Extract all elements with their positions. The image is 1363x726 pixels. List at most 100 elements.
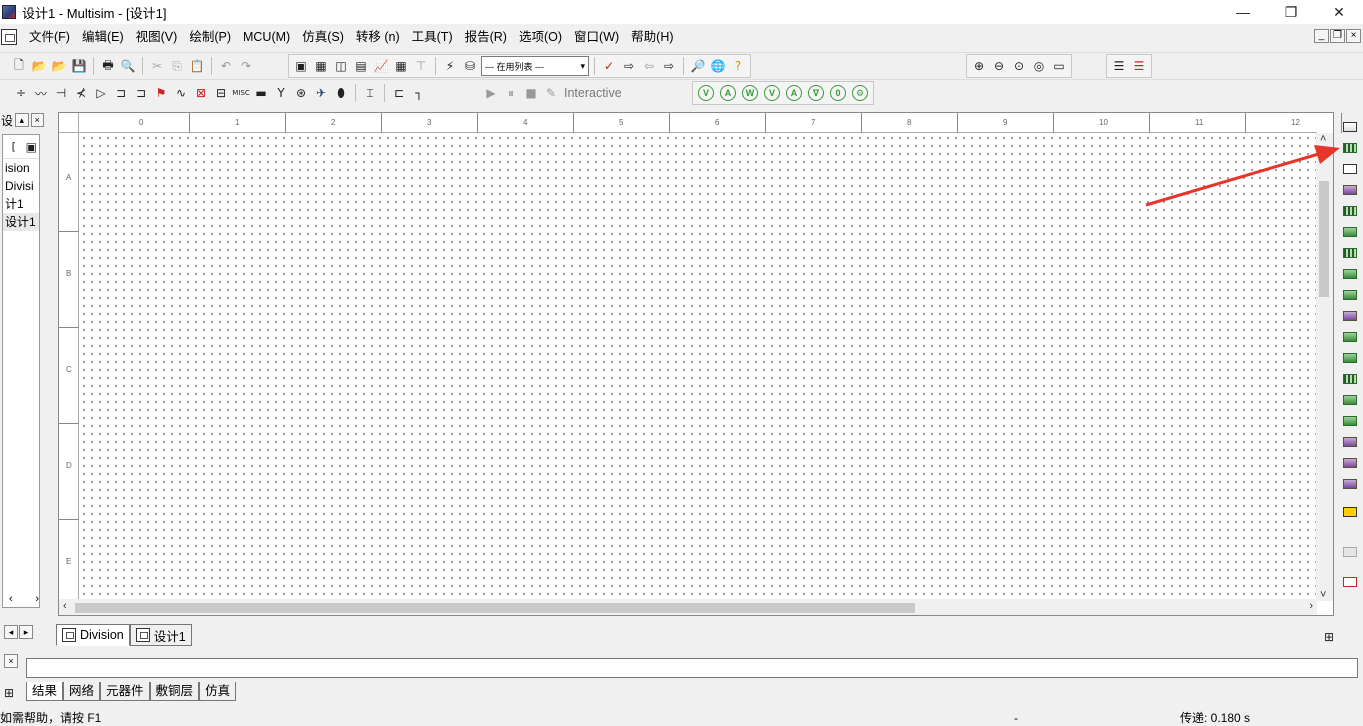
open-sample-icon[interactable]: 📂 bbox=[50, 57, 68, 75]
document-icon[interactable] bbox=[1, 29, 17, 45]
logic-analyzer-icon[interactable] bbox=[1342, 285, 1358, 304]
grapher-icon[interactable]: 📈 bbox=[372, 57, 390, 75]
differential-probe-icon[interactable]: V bbox=[764, 85, 780, 101]
back-annotate-icon[interactable]: ⇦ bbox=[640, 57, 658, 75]
education-web-icon[interactable]: 🌐 bbox=[709, 57, 727, 75]
transistor-icon[interactable]: ⊀ bbox=[72, 84, 90, 102]
basic-icon[interactable]: 〰 bbox=[32, 84, 50, 102]
close-button[interactable]: ✕ bbox=[1315, 0, 1363, 24]
spice-netlist-icon[interactable]: ◫ bbox=[332, 57, 350, 75]
hierarchical-block-icon[interactable]: ⌶ bbox=[361, 84, 379, 102]
bracket-icon[interactable]: [ bbox=[6, 138, 22, 156]
new-file-icon[interactable]: 🗋 bbox=[10, 57, 28, 75]
place-bus-icon[interactable]: ⊏ bbox=[390, 84, 408, 102]
tab-simulation[interactable]: 仿真 bbox=[199, 682, 237, 701]
panel-close-button[interactable]: × bbox=[30, 113, 44, 127]
maximize-button[interactable]: ❐ bbox=[1267, 0, 1315, 24]
open-folder-icon[interactable]: 📂 bbox=[30, 57, 48, 75]
copy-icon[interactable]: ⎘ bbox=[168, 57, 186, 75]
tree-item[interactable]: 计1 bbox=[3, 195, 39, 213]
scroll-left-icon[interactable]: ‹ bbox=[9, 593, 13, 607]
current-probe-icon[interactable]: A bbox=[720, 85, 736, 101]
horizontal-scrollbar[interactable]: ‹ › bbox=[59, 599, 1317, 615]
cut-icon[interactable]: ✂ bbox=[148, 57, 166, 75]
print-preview-icon[interactable]: 🔍 bbox=[119, 57, 137, 75]
ni-elvis-icon[interactable] bbox=[1342, 542, 1358, 561]
frequency-counter-icon[interactable] bbox=[1342, 243, 1358, 262]
stop-icon[interactable]: ■ bbox=[522, 84, 540, 102]
four-channel-oscilloscope-icon[interactable] bbox=[1342, 201, 1358, 220]
probe-settings-icon[interactable]: ⚙ bbox=[852, 85, 868, 101]
agilent-oscilloscope-icon[interactable] bbox=[1342, 453, 1358, 472]
distortion-analyzer-icon[interactable] bbox=[1342, 348, 1358, 367]
mixed-icon[interactable]: ∿ bbox=[172, 84, 190, 102]
electromechanical-icon[interactable]: ⊛ bbox=[292, 84, 310, 102]
menu-help[interactable]: 帮助(H) bbox=[625, 27, 679, 47]
zoom-in-icon[interactable]: ⊕ bbox=[970, 57, 988, 75]
scroll-right-icon[interactable]: › bbox=[35, 593, 39, 607]
agilent-generator-icon[interactable] bbox=[1342, 411, 1358, 430]
scroll-right-icon[interactable]: › bbox=[1309, 600, 1313, 612]
scroll-up-icon[interactable]: ˄ bbox=[1320, 133, 1326, 145]
component-wizard-icon[interactable]: ⚡ bbox=[441, 57, 459, 75]
design-toolbox-icon[interactable]: ▣ bbox=[292, 57, 310, 75]
transfer-to-ultiboard-icon[interactable]: ⇨ bbox=[620, 57, 638, 75]
scroll-down-icon[interactable]: ˅ bbox=[1320, 589, 1326, 601]
voltage-current-probe-icon[interactable]: A bbox=[786, 85, 802, 101]
iv-analyzer-icon[interactable] bbox=[1342, 327, 1358, 346]
function-generator-icon[interactable] bbox=[1342, 138, 1358, 157]
vertical-scroll-thumb[interactable] bbox=[1319, 181, 1329, 297]
multisim-app-icon[interactable] bbox=[2, 5, 16, 19]
database-manager-icon[interactable]: ▤ bbox=[352, 57, 370, 75]
red-lines-icon[interactable]: ☰ bbox=[1130, 57, 1148, 75]
network-analyzer-icon[interactable] bbox=[1342, 390, 1358, 409]
place-junction-icon[interactable]: ┐ bbox=[410, 84, 428, 102]
postprocessor-icon[interactable]: ▦ bbox=[392, 57, 410, 75]
bode-plotter-icon[interactable] bbox=[1342, 222, 1358, 241]
menu-mcu[interactable]: MCU(M) bbox=[237, 27, 296, 47]
panel-dock-button[interactable]: ▴ bbox=[15, 113, 29, 127]
menu-window[interactable]: 窗口(W) bbox=[568, 27, 625, 47]
menu-file[interactable]: 文件(F) bbox=[23, 27, 76, 47]
word-generator-icon[interactable] bbox=[1342, 264, 1358, 283]
menu-edit[interactable]: 编辑(E) bbox=[76, 27, 130, 47]
find-examples-icon[interactable]: 🔎 bbox=[689, 57, 707, 75]
spreadsheet-view-icon[interactable]: ▦ bbox=[312, 57, 330, 75]
mdi-restore-button[interactable]: ❐ bbox=[1330, 29, 1345, 43]
minimize-button[interactable]: — bbox=[1219, 0, 1267, 24]
power-component-icon[interactable]: ⊟ bbox=[212, 84, 230, 102]
tab-results[interactable]: 结果 bbox=[26, 682, 64, 701]
indicator-icon[interactable]: ⊠ bbox=[192, 84, 210, 102]
bus-vector-icon[interactable]: ☰ bbox=[1110, 57, 1128, 75]
zoom-area-icon[interactable]: ⊙ bbox=[1010, 57, 1028, 75]
mdi-close-button[interactable]: × bbox=[1346, 29, 1361, 43]
vertical-scrollbar[interactable]: ˄ ˅ bbox=[1316, 133, 1333, 601]
menu-tools[interactable]: 工具(T) bbox=[406, 27, 459, 47]
erc-icon[interactable]: ✓ bbox=[600, 57, 618, 75]
zoom-out-icon[interactable]: ⊖ bbox=[990, 57, 1008, 75]
agilent-multimeter-icon[interactable] bbox=[1342, 432, 1358, 451]
zoom-fit-icon[interactable]: ◎ bbox=[1030, 57, 1048, 75]
tree-hscroll[interactable]: ‹ › bbox=[5, 593, 39, 607]
forward-annotate-icon[interactable]: ⇨ bbox=[660, 57, 678, 75]
tab-division[interactable]: Division bbox=[56, 624, 130, 646]
advanced-peripherals-icon[interactable]: ▬ bbox=[252, 84, 270, 102]
menu-simulate[interactable]: 仿真(S) bbox=[296, 27, 350, 47]
power-probe-icon[interactable]: W bbox=[742, 85, 758, 101]
undo-icon[interactable]: ↶ bbox=[217, 57, 235, 75]
menu-options[interactable]: 选项(O) bbox=[513, 27, 568, 47]
help-icon[interactable]: ? bbox=[729, 57, 747, 75]
schematic-canvas[interactable]: 0 1 2 3 4 5 6 7 8 9 10 11 12 ABCDE ˄ ˅ ‹ › bbox=[58, 112, 1342, 616]
redo-icon[interactable]: ↷ bbox=[237, 57, 255, 75]
tree-item[interactable]: 设计1 bbox=[3, 213, 39, 231]
voltage-probe-icon[interactable]: V bbox=[698, 85, 714, 101]
menu-reports[interactable]: 报告(R) bbox=[459, 27, 513, 47]
tree-item[interactable]: Divisi bbox=[3, 177, 39, 195]
cmos-icon[interactable]: ⊐ bbox=[132, 84, 150, 102]
tab-scroll-right-button[interactable]: ▸ bbox=[19, 625, 33, 639]
menu-view[interactable]: 视图(V) bbox=[130, 27, 184, 47]
wattmeter-icon[interactable] bbox=[1342, 159, 1358, 178]
tab-components[interactable]: 元器件 bbox=[100, 682, 150, 701]
schematic-grid[interactable] bbox=[80, 134, 1317, 600]
paste-icon[interactable]: 📋 bbox=[188, 57, 206, 75]
